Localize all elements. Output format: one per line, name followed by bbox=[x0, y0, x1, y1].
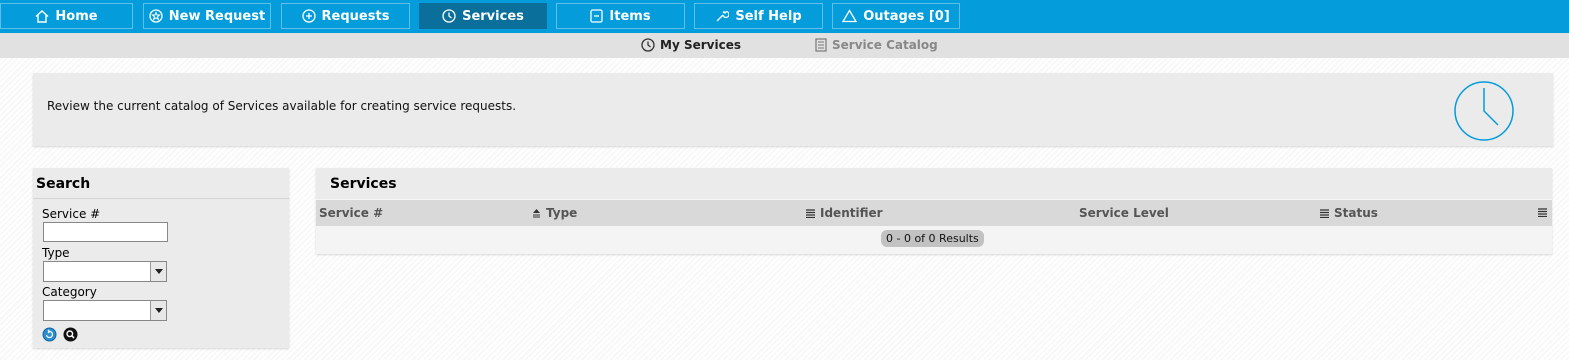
type-label: Type bbox=[42, 246, 70, 260]
column-menu-icon bbox=[1320, 208, 1329, 218]
tab-new-request-label: New Request bbox=[168, 8, 266, 24]
info-message: Review the current catalog of Services a… bbox=[47, 99, 517, 113]
tab-home-label: Home bbox=[55, 8, 98, 24]
type-select[interactable] bbox=[43, 261, 167, 282]
column-menu-icon[interactable] bbox=[1538, 208, 1547, 217]
subtab-my-services-label: My Services bbox=[660, 38, 741, 52]
minus-box-icon bbox=[590, 9, 604, 23]
subtab-my-services[interactable]: My Services bbox=[641, 38, 741, 52]
services-panel: Services Service # Type Identifier Servi… bbox=[316, 168, 1552, 254]
chevron-down-icon[interactable] bbox=[150, 262, 166, 281]
service-number-label: Service # bbox=[42, 207, 101, 221]
home-icon bbox=[35, 9, 49, 23]
search-panel-title: Search bbox=[36, 176, 91, 192]
subtab-service-catalog-label: Service Catalog bbox=[832, 38, 938, 52]
magnifier-icon[interactable] bbox=[63, 327, 78, 342]
info-banner: Review the current catalog of Services a… bbox=[33, 73, 1553, 146]
plus-circle-icon bbox=[301, 9, 316, 23]
top-navigation-bar: Home New Request Requests Services Items… bbox=[0, 0, 1569, 33]
tab-items-label: Items bbox=[609, 8, 651, 24]
tab-new-request[interactable]: New Request bbox=[143, 3, 271, 29]
star-circle-icon bbox=[149, 9, 163, 23]
column-status[interactable]: Status bbox=[1320, 206, 1378, 220]
reset-icon[interactable] bbox=[42, 327, 57, 342]
category-select[interactable] bbox=[43, 300, 167, 321]
search-panel: Search Service # Type Category bbox=[33, 168, 289, 348]
results-count: 0 - 0 of 0 Results bbox=[881, 230, 984, 247]
services-panel-title: Services bbox=[330, 176, 397, 192]
tab-self-help-label: Self Help bbox=[735, 8, 802, 24]
clock-icon bbox=[641, 38, 655, 52]
tab-services-label: Services bbox=[462, 8, 524, 24]
column-type[interactable]: Type bbox=[532, 206, 577, 220]
sub-navigation-bar: My Services Service Catalog bbox=[0, 33, 1569, 58]
clock-icon bbox=[1454, 81, 1514, 141]
column-menu-icon bbox=[806, 208, 815, 218]
tab-self-help[interactable]: Self Help bbox=[694, 3, 823, 29]
tab-items[interactable]: Items bbox=[556, 3, 685, 29]
tab-home[interactable]: Home bbox=[0, 3, 133, 29]
chevron-down-icon[interactable] bbox=[150, 301, 166, 320]
table-body: 0 - 0 of 0 Results bbox=[316, 226, 1552, 254]
column-identifier[interactable]: Identifier bbox=[806, 206, 883, 220]
sort-asc-icon bbox=[533, 208, 540, 217]
tab-outages-label: Outages [0] bbox=[863, 8, 950, 24]
catalog-icon bbox=[815, 38, 827, 52]
wrench-icon bbox=[716, 10, 730, 22]
column-service-level[interactable]: Service Level bbox=[1079, 206, 1169, 220]
tab-requests[interactable]: Requests bbox=[281, 3, 410, 29]
divider bbox=[33, 198, 289, 199]
tab-requests-label: Requests bbox=[321, 8, 390, 24]
clock-icon bbox=[442, 9, 456, 23]
category-label: Category bbox=[42, 285, 97, 299]
subtab-service-catalog[interactable]: Service Catalog bbox=[815, 38, 938, 52]
tab-outages[interactable]: Outages [0] bbox=[832, 3, 960, 29]
column-service-number[interactable]: Service # bbox=[319, 206, 383, 220]
tab-services[interactable]: Services bbox=[419, 3, 547, 29]
table-header: Service # Type Identifier Service Level … bbox=[316, 199, 1552, 226]
warning-triangle-icon bbox=[842, 9, 858, 23]
service-number-input[interactable] bbox=[43, 222, 168, 242]
